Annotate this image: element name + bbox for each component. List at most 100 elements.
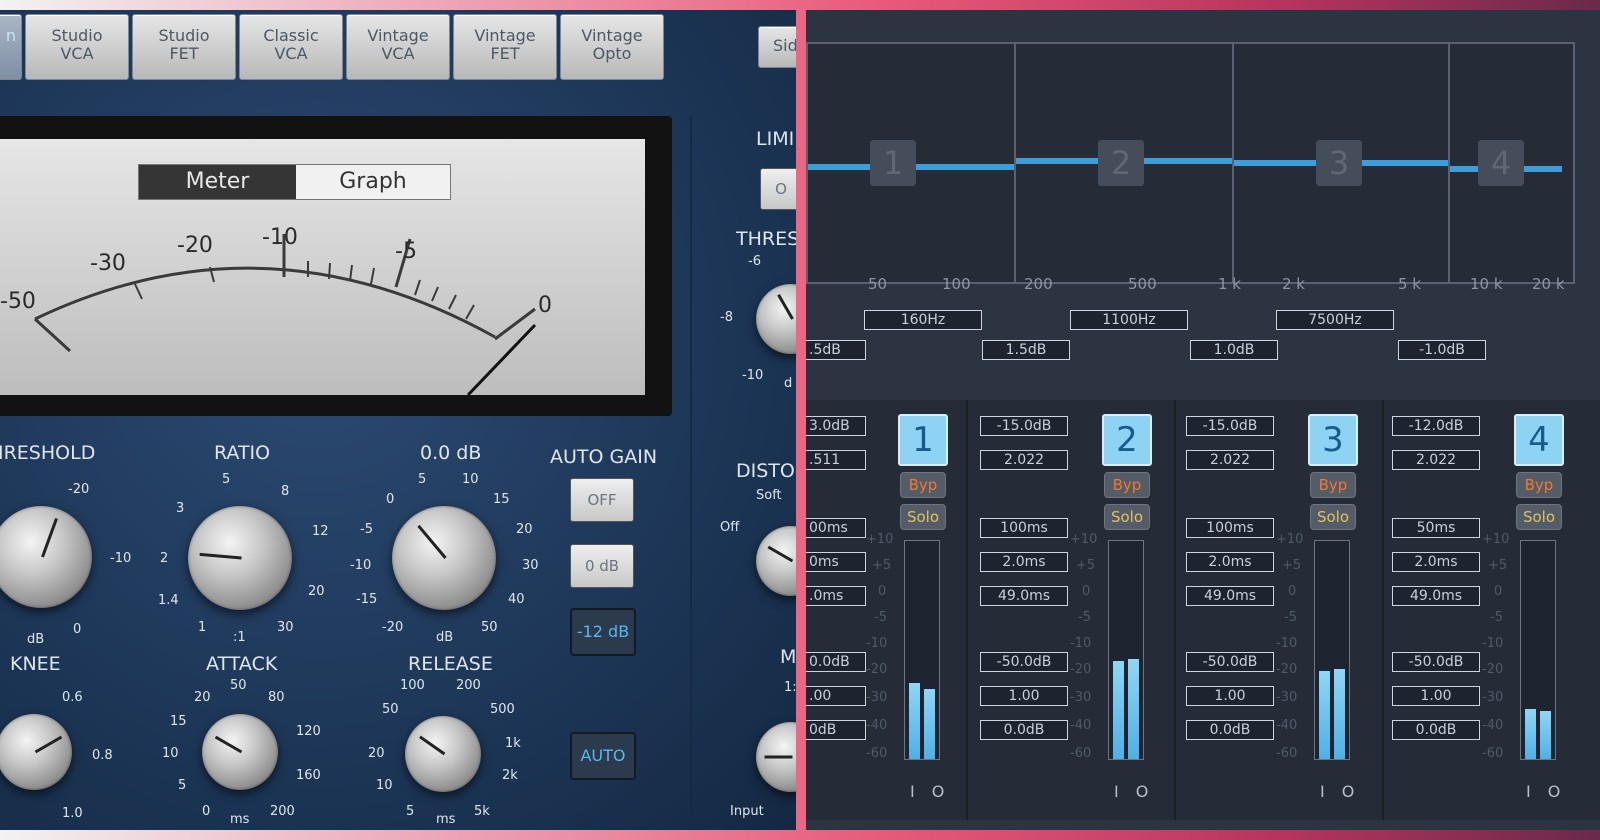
tick-label: 1: [784, 680, 796, 695]
crossover-line[interactable] [1448, 44, 1450, 282]
band-ratio-field[interactable]: 2.022 [980, 450, 1068, 470]
band-range-field[interactable]: -50.0dB [1392, 652, 1480, 672]
release-knob[interactable] [405, 716, 481, 792]
tab-label: Vintage [581, 26, 643, 45]
bypass-button[interactable]: Byp [1516, 472, 1562, 498]
bypass-button[interactable]: Byp [900, 472, 946, 498]
band-lookahead-field[interactable]: .0ms [806, 586, 866, 606]
tab-studio-fet[interactable]: Studio FET [132, 14, 236, 80]
tab-classic-vca[interactable]: Classic VCA [239, 14, 343, 80]
mix-knob[interactable] [756, 722, 796, 792]
meter-tab[interactable]: Meter [139, 165, 296, 199]
tick-label: 500 [490, 702, 515, 717]
knee-knob[interactable] [0, 714, 72, 790]
tab-vintage-opto[interactable]: Vintage Opto [560, 14, 664, 80]
io-label: I O [910, 782, 951, 801]
meter-scale-label: +10 [1070, 532, 1098, 547]
ratio-knob[interactable] [188, 506, 292, 610]
bypass-button[interactable]: Byp [1104, 472, 1150, 498]
band-attack-field[interactable]: 00ms [806, 518, 866, 538]
band-threshold-field[interactable]: -15.0dB [980, 416, 1068, 436]
bypass-button[interactable]: Byp [1310, 472, 1356, 498]
meter-scale-label: +5 [1488, 558, 1508, 573]
band-select-button[interactable]: 3 [1308, 414, 1358, 466]
band-knee-field[interactable]: 1.00 [980, 686, 1068, 706]
band-ratio-field[interactable]: 2.022 [1186, 450, 1274, 470]
band-release-field[interactable]: 0ms [806, 552, 866, 572]
graph-tab[interactable]: Graph [296, 165, 450, 199]
band-lookahead-field[interactable]: 49.0ms [1392, 586, 1480, 606]
band-knee-field[interactable]: 1.00 [1392, 686, 1480, 706]
tab-vintage-vca[interactable]: Vintage VCA [346, 14, 450, 80]
makeup-gain-knob[interactable] [392, 506, 496, 610]
band-threshold-field[interactable]: -12.0dB [1392, 416, 1480, 436]
band-attack-field[interactable]: 50ms [1392, 518, 1480, 538]
band-release-field[interactable]: 2.0ms [1392, 552, 1480, 572]
band-gain-field[interactable]: 1.0dB [1190, 340, 1278, 360]
meter-scale-label: -40 [1276, 718, 1298, 733]
crossover-freq-field[interactable]: 1100Hz [1070, 310, 1188, 330]
auto-gain-off-button[interactable]: OFF [570, 478, 634, 522]
band-select-button[interactable]: 2 [1102, 414, 1152, 466]
auto-gain-minus12-button[interactable]: -12 dB [570, 608, 636, 656]
band-knee-field[interactable]: 1.00 [1186, 686, 1274, 706]
limiter-toggle[interactable]: O [760, 168, 796, 210]
ratio-label: RATIO [214, 442, 271, 464]
meter-scale-label: -40 [866, 718, 888, 733]
meter-scale-label: +5 [1076, 558, 1096, 573]
tab-vintage-fet[interactable]: Vintage FET [453, 14, 557, 80]
tick-label: 2k [502, 768, 518, 783]
band-lookahead-field[interactable]: 49.0ms [1186, 586, 1274, 606]
sidechain-button[interactable]: Sid [758, 26, 796, 68]
band-number-label: 3 [1316, 140, 1362, 186]
solo-button[interactable]: Solo [1104, 504, 1150, 530]
tick-label: ms [436, 812, 456, 827]
band-knee-field[interactable]: .00 [806, 686, 866, 706]
band-makeup-field[interactable]: 0.0dB [1186, 720, 1274, 740]
crossover-freq-field[interactable]: 160Hz [864, 310, 982, 330]
threshold-knob[interactable] [0, 506, 92, 608]
band-makeup-field[interactable]: 0dB [806, 720, 866, 740]
band-range-field[interactable]: 0.0dB [806, 652, 866, 672]
band-gain-field[interactable]: 1.5dB [982, 340, 1070, 360]
band-threshold-field[interactable]: 3.0dB [806, 416, 866, 436]
meter-scale-label: +5 [1282, 558, 1302, 573]
auto-gain-0db-button[interactable]: 0 dB [570, 544, 634, 588]
distortion-label: DISTO [736, 460, 795, 482]
meter-scale-label: -5 [1490, 610, 1503, 625]
tick-label: 0 [386, 492, 395, 507]
tick-label: 15 [493, 492, 510, 507]
band-release-field[interactable]: 2.0ms [1186, 552, 1274, 572]
band-gain-field[interactable]: -1.0dB [1398, 340, 1486, 360]
auto-release-button[interactable]: AUTO [570, 732, 636, 780]
band-makeup-field[interactable]: 0.0dB [980, 720, 1068, 740]
band-attack-field[interactable]: 100ms [1186, 518, 1274, 538]
band-select-button[interactable]: 1 [898, 414, 948, 466]
tick-label: 1k [505, 736, 521, 751]
band-attack-field[interactable]: 100ms [980, 518, 1068, 538]
button-label: Sid [773, 36, 796, 55]
band-select-button[interactable]: 4 [1514, 414, 1564, 466]
band-ratio-field[interactable]: .511 [806, 450, 866, 470]
solo-button[interactable]: Solo [1516, 504, 1562, 530]
band-lookahead-field[interactable]: 49.0ms [980, 586, 1068, 606]
limiter-threshold-knob[interactable] [756, 284, 796, 354]
tick-label: Soft [756, 488, 782, 503]
crossover-graph[interactable]: 1 2 3 4 [806, 42, 1575, 284]
band-threshold-field[interactable]: -15.0dB [1186, 416, 1274, 436]
tab-studio-vca[interactable]: Studio VCA [25, 14, 129, 80]
band-gain-field[interactable]: .5dB [806, 340, 866, 360]
band-ratio-field[interactable]: 2.022 [1392, 450, 1480, 470]
solo-button[interactable]: Solo [900, 504, 946, 530]
freq-axis-label: 2 k [1282, 275, 1305, 293]
band-meter [1520, 540, 1556, 760]
attack-knob[interactable] [202, 714, 278, 790]
band-range-field[interactable]: -50.0dB [980, 652, 1068, 672]
band-makeup-field[interactable]: 0.0dB [1392, 720, 1480, 740]
tab-platinum[interactable]: n [0, 14, 22, 80]
distortion-knob[interactable] [756, 526, 796, 596]
band-release-field[interactable]: 2.0ms [980, 552, 1068, 572]
solo-button[interactable]: Solo [1310, 504, 1356, 530]
crossover-freq-field[interactable]: 7500Hz [1276, 310, 1394, 330]
band-range-field[interactable]: -50.0dB [1186, 652, 1274, 672]
